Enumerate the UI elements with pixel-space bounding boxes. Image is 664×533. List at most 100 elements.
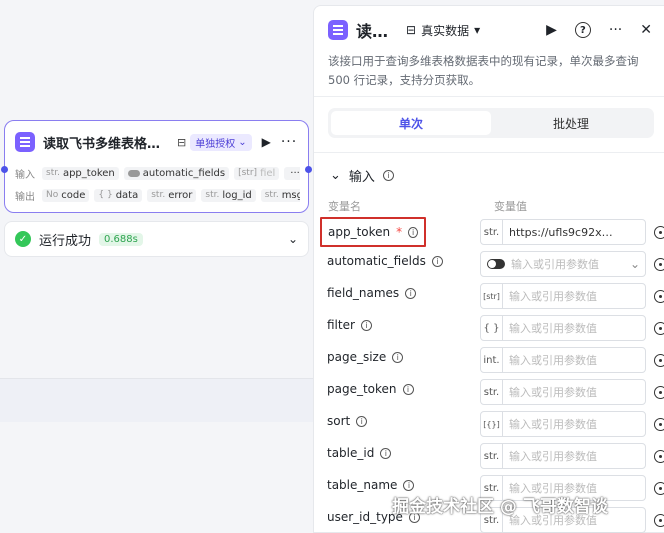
param-name: table_id i <box>327 446 392 460</box>
play-icon[interactable]: ▶ <box>262 135 271 149</box>
chevron-down-icon: ⌄ <box>238 136 247 148</box>
param-input[interactable]: str. https://ufls9c92x… <box>480 219 646 245</box>
inputs-label: 输入 <box>15 169 35 181</box>
param-value[interactable]: https://ufls9c92x… <box>503 226 645 239</box>
workflow-node[interactable]: 读取飞书多维表格… ⊟ 单独授权 ⌄ ▶ ··· 输入 str. app_token… <box>1 120 312 213</box>
more-icon[interactable]: ··· <box>609 22 622 38</box>
info-icon[interactable]: i <box>402 383 414 395</box>
param-name: field_names i <box>327 286 417 300</box>
panel-title[interactable]: 读… <box>356 18 388 42</box>
param-input[interactable]: 输入或引用参数值 ⌄ <box>480 251 646 277</box>
param-row: automatic_fields i 输入或引用参数值 ⌄ <box>320 249 664 279</box>
toggle-icon <box>127 169 140 177</box>
input-chip: automatic_fields <box>123 166 230 180</box>
info-icon[interactable]: i <box>356 415 368 427</box>
help-icon[interactable]: ? <box>574 22 591 38</box>
caret-down-icon: ▾ <box>474 23 481 37</box>
param-name: filter i <box>327 318 372 332</box>
node-output-port[interactable] <box>305 166 312 173</box>
param-placeholder[interactable]: 输入或引用参数值 <box>503 416 645 432</box>
mode-tabs: 单次 批处理 <box>328 108 654 138</box>
param-placeholder[interactable]: 输入或引用参数值 <box>503 448 645 464</box>
type-tag: int. <box>481 348 503 372</box>
param-row: page_size i int. 输入或引用参数值 <box>320 345 664 375</box>
bitable-app-icon <box>328 20 348 40</box>
param-name: automatic_fields i <box>327 254 443 268</box>
param-input[interactable]: [{}] 输入或引用参数值 <box>480 411 646 437</box>
data-source-label: 真实数据 <box>421 23 470 38</box>
variable-ref-icon[interactable] <box>654 354 664 367</box>
divider <box>314 152 664 153</box>
panel-description: 该接口用于查询多维表格数据表中的现有记录，单次最多查询 500 行记录，支持分页… <box>328 54 639 87</box>
data-source-select[interactable]: ⊟ 真实数据 ▾ <box>406 22 480 39</box>
param-placeholder[interactable]: 输入或引用参数值 <box>503 288 645 304</box>
toggle-switch[interactable] <box>487 259 505 269</box>
canvas-band <box>0 378 320 422</box>
tab-single[interactable]: 单次 <box>331 111 491 135</box>
info-icon[interactable]: i <box>431 255 443 267</box>
run-status-text: 运行成功 <box>39 233 92 249</box>
chevron-down-icon[interactable]: ⌄ <box>288 232 298 246</box>
more-icon[interactable]: ··· <box>281 134 297 150</box>
param-input[interactable]: { } 输入或引用参数值 <box>480 315 646 341</box>
info-icon[interactable]: i <box>382 170 394 181</box>
variable-ref-icon[interactable] <box>654 290 664 303</box>
param-input[interactable]: [str] 输入或引用参数值 <box>480 283 646 309</box>
param-placeholder[interactable]: 输入或引用参数值 <box>503 384 645 400</box>
check-circle-icon: ✓ <box>15 231 31 247</box>
chevron-down-icon[interactable]: ⌄ <box>630 257 645 271</box>
info-icon[interactable]: i <box>403 479 415 491</box>
param-name: table_name i <box>327 478 415 492</box>
node-title: 读取飞书多维表格… <box>43 136 161 152</box>
param-placeholder[interactable]: 输入或引用参数值 <box>503 352 645 368</box>
tab-batch[interactable]: 批处理 <box>491 111 651 135</box>
close-icon[interactable]: ✕ <box>640 22 652 38</box>
param-name: page_size i <box>327 350 404 364</box>
run-status-bar[interactable]: ✓ 运行成功 0.688s ⌄ <box>4 221 309 257</box>
divider <box>314 96 664 97</box>
type-tag: str. <box>481 444 503 468</box>
param-row: page_token i str. 输入或引用参数值 <box>320 377 664 407</box>
input-section-header[interactable]: ⌄ 输入 i <box>330 166 394 185</box>
input-chip: str. app_token <box>42 166 119 180</box>
more-inputs-chip[interactable]: ··· <box>284 166 300 180</box>
param-name-highlighted: app_token * i <box>320 217 426 247</box>
output-chip: str. error <box>147 188 197 202</box>
bitable-app-icon <box>15 132 35 152</box>
param-placeholder[interactable]: 输入或引用参数值 <box>505 256 630 272</box>
input-chip: [str] fiel <box>234 166 280 180</box>
param-row: sort i [{}] 输入或引用参数值 <box>320 409 664 439</box>
info-icon[interactable]: i <box>405 287 417 299</box>
type-tag: [{}] <box>481 412 503 436</box>
auth-icon: ⊟ <box>177 135 187 149</box>
node-detail-panel: 读… ⊟ 真实数据 ▾ ▶ ? ··· ✕ 该接口用于查询多维表格数据表中的现有… <box>313 5 664 533</box>
variable-ref-icon[interactable] <box>654 514 664 527</box>
variable-ref-icon[interactable] <box>654 482 664 495</box>
param-row: filter i { } 输入或引用参数值 <box>320 313 664 343</box>
play-icon[interactable]: ▶ <box>546 22 557 38</box>
info-icon[interactable]: i <box>392 351 404 363</box>
node-input-port[interactable] <box>1 166 8 173</box>
param-input[interactable]: int. 输入或引用参数值 <box>480 347 646 373</box>
variable-ref-icon[interactable] <box>654 386 664 399</box>
col-name-header: 变量名 <box>328 200 361 213</box>
param-row: field_names i [str] 输入或引用参数值 <box>320 281 664 311</box>
param-input[interactable]: str. 输入或引用参数值 <box>480 443 646 469</box>
output-chip: { } data <box>94 188 143 202</box>
param-row: table_id i str. 输入或引用参数值 <box>320 441 664 471</box>
node-outputs-row: 输出 No code { } data str. error str. log_id s… <box>15 187 300 203</box>
param-input[interactable]: str. 输入或引用参数值 <box>480 379 646 405</box>
param-placeholder[interactable]: 输入或引用参数值 <box>503 320 645 336</box>
info-icon[interactable]: i <box>380 447 392 459</box>
variable-ref-icon[interactable] <box>654 418 664 431</box>
info-icon[interactable]: i <box>408 226 418 238</box>
variable-ref-icon[interactable] <box>654 322 664 335</box>
info-icon[interactable]: i <box>360 319 372 331</box>
chevron-down-icon: ⌄ <box>330 168 341 183</box>
variable-ref-icon[interactable] <box>654 226 664 239</box>
variable-ref-icon[interactable] <box>654 450 664 463</box>
watermark: 掘金技术社区 @ 飞哥数智谈 <box>392 497 608 517</box>
run-time-badge: 0.688s <box>99 232 143 246</box>
variable-ref-icon[interactable] <box>654 258 664 271</box>
auth-badge[interactable]: 单独授权 ⌄ <box>190 133 252 151</box>
